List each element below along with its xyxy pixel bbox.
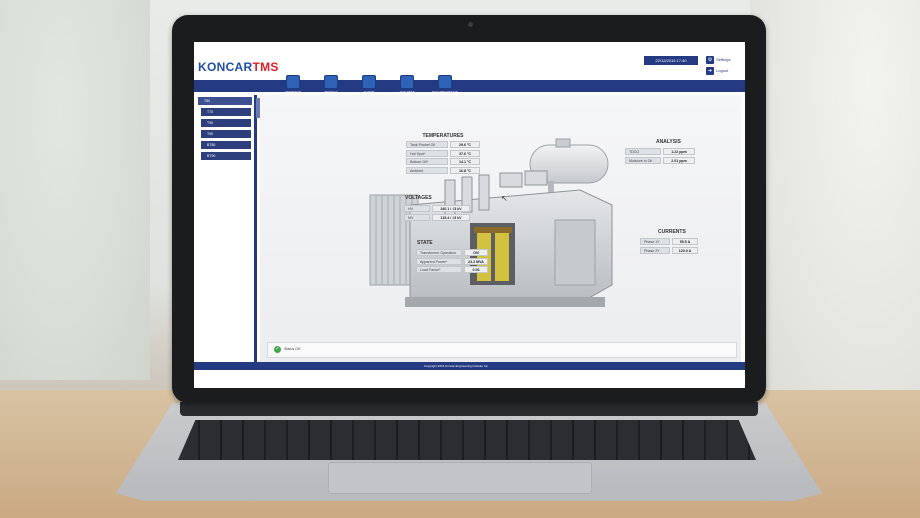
settings-button[interactable]: ⚙ Settings [706, 55, 740, 64]
state-row: Apparent Power* 23.2 MVA [416, 257, 488, 265]
nav-flows[interactable]: FLOWS [358, 75, 380, 94]
current-row: Phase 2Y 120.0 A [640, 246, 698, 254]
voltage-row: MV 115.4 / √3 kV [404, 213, 470, 221]
screen-bottom-margin [194, 370, 745, 388]
state-rows: Transformer Operation ON Apparent Power* 2… [416, 249, 488, 275]
state-row: Transformer Operation ON [416, 249, 488, 256]
main-nav: OVERVIEW MODELS FLOWS ANALYSES DOCUMENTA… [282, 75, 458, 94]
current-row: Phase 1Y 55.5 A [640, 238, 698, 245]
logout-icon: ➜ [706, 66, 714, 75]
footer-bar: Copyright 2016 Koncar-Engineering Instit… [194, 362, 745, 370]
analysis-title: ANALYSIS [656, 139, 681, 145]
analyses-icon [400, 75, 414, 89]
currents-panel: CURRENTS [658, 229, 686, 237]
state-row: Load Factor* 0.06 [416, 266, 488, 273]
analysis-row: Moisture in Oil 2.01 ppm [625, 156, 695, 164]
sidebar: T80 T70 T90 T90 BT80 BT90 [196, 95, 257, 363]
status-text: Status OK [284, 347, 301, 351]
temperature-row: Ambient 16.8 °C [406, 166, 480, 174]
voltages-panel: VOLTAGES [405, 195, 432, 203]
analysis-row: TDCG 1.22 ppm [625, 148, 695, 155]
currents-rows: Phase 1Y 55.5 A Phase 2Y 120.0 A [640, 238, 698, 255]
laptop-keyboard [178, 420, 756, 460]
temperature-row: Bottom Oil* 14.1 °C [406, 158, 480, 165]
top-bar: KONCARTMS 22/12/2015 17:40 ⚙ Settings ➜ … [194, 42, 745, 80]
models-icon [324, 75, 338, 89]
background-window [750, 0, 920, 400]
nav-models[interactable]: MODELS [320, 75, 342, 94]
app-screen: KONCARTMS 22/12/2015 17:40 ⚙ Settings ➜ … [194, 42, 745, 388]
laptop-lid: KONCARTMS 22/12/2015 17:40 ⚙ Settings ➜ … [172, 15, 766, 403]
laptop-trackpad [328, 462, 592, 494]
transformer-illustration [369, 138, 613, 307]
copyright-text: Copyright 2016 Koncar-Engineering Instit… [424, 364, 488, 368]
temperatures-title: TEMPERATURES [422, 133, 464, 139]
sidebar-item-main[interactable]: T80 [198, 97, 252, 105]
nav-analyses[interactable]: ANALYSES [396, 75, 418, 94]
status-bar: ✓ Status OK [267, 342, 737, 358]
analysis-rows: TDCG 1.22 ppm Moisture in Oil 2.01 ppm [625, 148, 695, 165]
nav-documentation[interactable]: DOCUMENTATION [432, 75, 458, 94]
logout-button[interactable]: ➜ Logout [706, 66, 740, 75]
sidebar-item[interactable]: BT90 [201, 152, 251, 160]
laptop-hinge [180, 402, 758, 416]
overview-icon [286, 75, 300, 89]
main-content: ↖ TEMPERATURES Tank Pocket Oil 29.6 °C Ho… [260, 95, 741, 363]
sidebar-item[interactable]: BT80 [201, 141, 251, 149]
voltages-title: VOLTAGES [405, 195, 432, 201]
sidebar-item[interactable]: T90 [201, 130, 251, 138]
currents-title: CURRENTS [658, 229, 686, 235]
check-icon: ✓ [274, 346, 281, 353]
documentation-icon [438, 75, 452, 89]
sidebar-item[interactable]: T70 [201, 108, 251, 116]
analysis-panel: ANALYSIS [656, 139, 681, 147]
state-title: STATE [417, 240, 433, 246]
background-plant [0, 0, 150, 380]
sidebar-item[interactable]: T90 [201, 119, 251, 127]
nav-overview[interactable]: OVERVIEW [282, 75, 304, 94]
nav-bar [194, 80, 745, 92]
temperatures-panel: TEMPERATURES Tank Pocket Oil 29.6 °C Hot … [406, 133, 480, 175]
temperature-row: Tank Pocket Oil 29.6 °C [406, 141, 480, 148]
flows-icon [362, 75, 376, 89]
webcam-icon [468, 22, 473, 27]
gear-icon: ⚙ [706, 55, 714, 64]
voltages-rows: HV 240.1 / √3 kV MV 115.4 / √3 kV [404, 205, 470, 222]
app-logo: KONCARTMS [198, 60, 279, 74]
datetime-display: 22/12/2015 17:40 [644, 56, 698, 65]
temperature-row: Hot Spot* 37.6 °C [406, 149, 480, 157]
voltage-row: HV 240.1 / √3 kV [404, 205, 470, 212]
state-panel: STATE [417, 240, 433, 248]
mouse-cursor: ↖ [501, 194, 508, 203]
